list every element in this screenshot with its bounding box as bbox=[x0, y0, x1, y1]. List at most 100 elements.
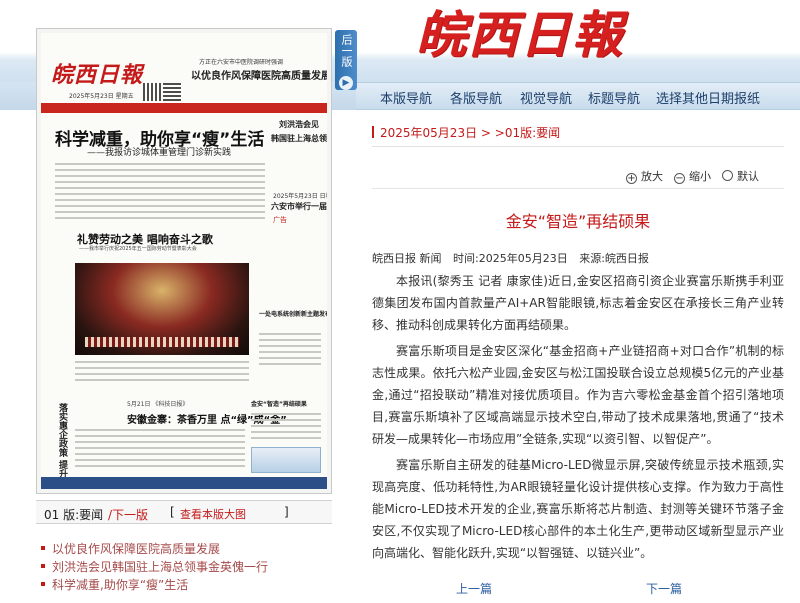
paper-ad-banner bbox=[251, 447, 321, 473]
view-large-image-link[interactable]: 查看本版大图 bbox=[180, 506, 246, 522]
paper-right-box-headline[interactable]: 一处电系统创新新主题发布及 bbox=[259, 311, 327, 319]
text-line bbox=[75, 441, 245, 443]
list-item[interactable]: 科学减重,助你享“瘦”生活 bbox=[40, 576, 332, 594]
main-nav-bar: 本版导航 各版导航 视觉导航 标题导航 选择其他日期报纸 bbox=[356, 82, 800, 110]
paper-top-subhead: 方正在六安市中医院调研时强调 bbox=[199, 59, 284, 66]
divider bbox=[372, 188, 784, 189]
paper-side-headline-2[interactable]: 韩国驻上海总领事金英傀一行 bbox=[271, 133, 327, 144]
text-line bbox=[75, 373, 249, 375]
paper-top-headline[interactable]: 以优良作风保障医院高质量发展 bbox=[191, 67, 327, 82]
nav-item-this-page[interactable]: 本版导航 bbox=[380, 88, 432, 107]
text-line bbox=[259, 351, 321, 353]
text-line bbox=[251, 413, 321, 415]
nav-item-all-pages[interactable]: 各版导航 bbox=[450, 88, 502, 107]
article-title: 金安“智造”再结硕果 bbox=[505, 212, 651, 231]
paper-subhead-1: ——我报访诊城体重管理门诊新实践 bbox=[87, 148, 232, 158]
nav-item-visual[interactable]: 视觉导航 bbox=[520, 88, 572, 107]
next-page-link[interactable]: /下一版 bbox=[108, 506, 148, 523]
text-line bbox=[259, 363, 321, 365]
text-line bbox=[251, 437, 321, 439]
article-time: 时间:2025年05月23日 bbox=[453, 252, 568, 265]
zoom-in-label: 放大 bbox=[641, 170, 663, 183]
text-line bbox=[259, 345, 321, 347]
breadcrumb-date: 2025年05月23日 bbox=[380, 126, 478, 140]
list-item[interactable]: 刘洪浩会见韩国驻上海总领事金英傀一行 bbox=[40, 558, 332, 576]
article-meta: 皖西日报 新闻 时间:2025年05月23日 来源:皖西日报 bbox=[372, 250, 657, 266]
article-paragraph: 赛富乐斯自主研发的硅基Micro-LED微显示屏,突破传统显示技术瓶颈,实现高亮… bbox=[372, 458, 784, 560]
masthead-logo: 皖西日報 bbox=[416, 5, 624, 64]
radio-circle-icon bbox=[722, 170, 733, 181]
list-item[interactable]: 以优良作风保障医院高质量发展 bbox=[40, 540, 332, 558]
paper-right-box-headline-2[interactable]: 金安“智造”再结硕果 bbox=[251, 399, 307, 408]
paper-headline-3-label: 5月21日 《科技日报》 bbox=[127, 401, 189, 408]
paper-bottom-strip bbox=[41, 477, 327, 489]
zoom-out-button[interactable]: − 缩小 bbox=[674, 168, 711, 184]
text-line bbox=[75, 367, 249, 369]
text-line bbox=[55, 175, 265, 177]
next-page-tab[interactable]: 后一版 ▶ bbox=[335, 30, 357, 90]
text-line bbox=[55, 199, 265, 201]
text-line bbox=[251, 419, 321, 421]
page-info-bar: 01 版:要闻 /下一版 [ 查看本版大图 ] bbox=[36, 500, 332, 524]
paper-photo bbox=[75, 263, 249, 355]
bullet-icon bbox=[41, 564, 45, 568]
arrow-right-icon: ▶ bbox=[339, 76, 353, 90]
zoom-in-button[interactable]: + 放大 bbox=[626, 168, 663, 184]
zoom-default-button[interactable]: 默认 bbox=[722, 168, 759, 184]
newspaper-page-thumbnail[interactable]: 皖西日報 2025年5月23日 星期五 方正在六安市中医院调研时强调 以优良作风… bbox=[36, 28, 332, 494]
breadcrumb-page-link[interactable]: > >01版:要闻 bbox=[477, 126, 560, 140]
paper-side-headline-1[interactable]: 刘洪浩会见 bbox=[279, 119, 319, 130]
paper-box-label: 2025年5月23日 日程 bbox=[273, 193, 327, 200]
article-body: 本报讯(黎秀玉 记者 康家佳)近日,金安区招商引资企业赛富乐斯携手利亚德集团发布… bbox=[372, 270, 784, 568]
text-line bbox=[75, 465, 245, 467]
prev-article-link[interactable]: 上一篇 bbox=[456, 580, 492, 597]
text-line bbox=[55, 217, 265, 219]
text-line bbox=[75, 435, 245, 437]
text-line bbox=[75, 429, 245, 431]
text-line bbox=[55, 169, 265, 171]
breadcrumb: 2025年05月23日 > >01版:要闻 bbox=[372, 124, 560, 141]
text-line bbox=[75, 453, 245, 455]
nav-item-titles[interactable]: 标题导航 bbox=[588, 88, 640, 107]
text-line bbox=[75, 361, 249, 363]
bullet-icon bbox=[41, 582, 45, 586]
zoom-out-label: 缩小 bbox=[689, 170, 711, 183]
text-line bbox=[75, 447, 245, 449]
divider bbox=[372, 146, 784, 147]
text-line bbox=[259, 339, 321, 341]
article-paragraph: 本报讯(黎秀玉 记者 康家佳)近日,金安区招商引资企业赛富乐斯携手利亚德集团发布… bbox=[372, 274, 784, 332]
paper-ad-label: 广告 bbox=[273, 216, 287, 224]
article-list: 以优良作风保障医院高质量发展 刘洪浩会见韩国驻上海总领事金英傀一行 科学减重,助… bbox=[40, 540, 332, 594]
paper-red-strip bbox=[41, 103, 327, 113]
minus-circle-icon: − bbox=[674, 173, 685, 184]
list-item-title[interactable]: 刘洪浩会见韩国驻上海总领事金英傀一行 bbox=[52, 560, 268, 574]
zoom-default-label: 默认 bbox=[737, 170, 759, 183]
qr-code-icon bbox=[143, 83, 161, 101]
text-line bbox=[251, 431, 321, 433]
article-source-label: 皖西日报 新闻 bbox=[372, 252, 442, 265]
current-page-label: 01 版:要闻 bbox=[44, 508, 104, 522]
text-line bbox=[75, 459, 245, 461]
text-line bbox=[75, 379, 249, 381]
text-line bbox=[55, 163, 265, 165]
nav-item-select-date[interactable]: 选择其他日期报纸 bbox=[656, 88, 760, 107]
paper-subhead-2: ——我市举行庆祝2025年五一国际劳动节暨表彰大会 bbox=[79, 246, 197, 252]
text-line bbox=[55, 205, 265, 207]
zoom-controls: + 放大 − 缩小 默认 bbox=[372, 168, 784, 184]
plus-circle-icon: + bbox=[626, 173, 637, 184]
text-line bbox=[55, 211, 265, 213]
text-line bbox=[259, 333, 321, 335]
next-article-link[interactable]: 下一篇 bbox=[646, 580, 682, 597]
paper-date-line: 2025年5月23日 星期五 bbox=[69, 93, 134, 100]
text-line bbox=[55, 187, 265, 189]
paper-box-headline[interactable]: 六安市举行一届建筑举联组 bbox=[271, 201, 327, 212]
text-line bbox=[251, 425, 321, 427]
breadcrumb-marker bbox=[372, 126, 374, 138]
list-item-title[interactable]: 以优良作风保障医院高质量发展 bbox=[52, 542, 220, 556]
bullet-icon bbox=[41, 546, 45, 550]
text-line bbox=[259, 357, 321, 359]
paper-masthead: 皖西日報 bbox=[51, 62, 144, 88]
text-line bbox=[55, 181, 265, 183]
newspaper-page-image[interactable]: 皖西日報 2025年5月23日 星期五 方正在六安市中医院调研时强调 以优良作风… bbox=[41, 33, 327, 489]
list-item-title[interactable]: 科学减重,助你享“瘦”生活 bbox=[52, 578, 188, 592]
